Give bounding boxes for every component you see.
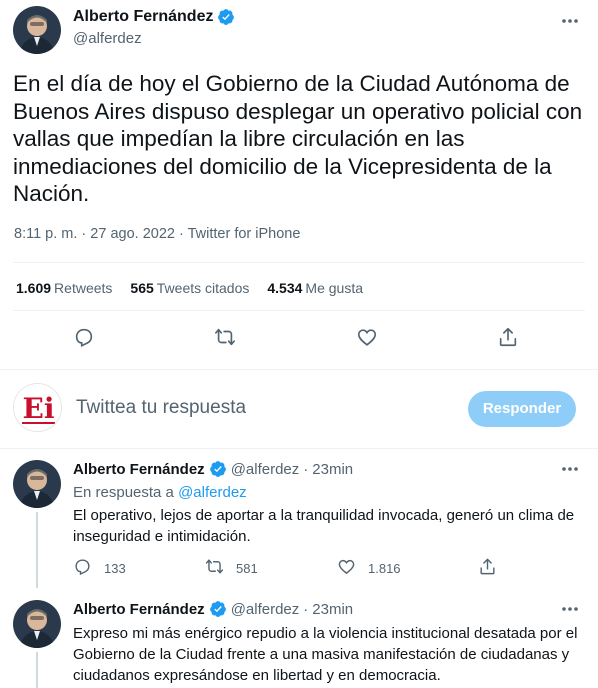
reply-to-mention[interactable]: @alferdez — [178, 484, 247, 501]
thread-reply[interactable]: Alberto Fernández @alferdez · 23min En r… — [0, 460, 598, 590]
more-options-icon[interactable] — [559, 460, 581, 478]
retweets-label: Retweets — [54, 280, 113, 296]
retweet-icon[interactable] — [214, 326, 238, 350]
reply-to-prefix: En respuesta a — [73, 484, 174, 501]
reply-action[interactable]: 133 — [73, 557, 126, 579]
reply-to-line: En respuesta a @alferdez — [73, 484, 247, 501]
author-avatar[interactable] — [13, 460, 61, 508]
tweet-text: En el día de hoy el Gobierno de la Ciuda… — [13, 71, 583, 206]
reply-composer: Ei Twittea tu respuesta Responder — [0, 375, 598, 445]
retweets-count: 1.609 — [16, 280, 52, 296]
reply-button[interactable]: Responder — [468, 391, 576, 427]
separator-dot: · — [303, 600, 309, 618]
likes-count: 4.534 — [267, 280, 303, 296]
author-name-row[interactable]: Alberto Fernández — [73, 8, 235, 26]
author-name[interactable]: Alberto Fernández — [73, 461, 205, 478]
retweets-stat[interactable]: 1.609 Retweets — [16, 280, 112, 296]
quotes-count: 565 — [130, 280, 154, 296]
like-action[interactable]: 1.816 — [337, 557, 401, 579]
like-icon[interactable] — [337, 557, 356, 579]
author-handle[interactable]: @alferdez — [231, 601, 300, 618]
share-icon[interactable] — [497, 326, 521, 350]
divider — [0, 369, 598, 370]
author-avatar[interactable] — [13, 600, 61, 648]
reply-header: Alberto Fernández @alferdez · 23min — [73, 460, 353, 478]
more-options-icon[interactable] — [559, 12, 581, 30]
reply-time[interactable]: 23min — [312, 461, 353, 478]
quotes-label: Tweets citados — [156, 280, 250, 296]
author-name[interactable]: Alberto Fernández — [73, 8, 213, 26]
author-avatar[interactable] — [13, 6, 61, 54]
quotes-stat[interactable]: 565 Tweets citados — [130, 280, 249, 296]
reply-icon[interactable] — [73, 557, 92, 579]
verified-badge-icon — [209, 460, 227, 478]
divider — [13, 262, 585, 263]
retweet-count: 581 — [236, 560, 258, 576]
tweet-source[interactable]: Twitter for iPhone — [188, 226, 301, 242]
verified-badge-icon — [217, 8, 235, 26]
reply-count: 133 — [104, 560, 126, 576]
tweet-timestamp[interactable]: 8:11 p. m. · 27 ago. 2022 · — [14, 226, 184, 242]
reply-text: El operativo, lejos de aportar a la tran… — [73, 507, 575, 545]
divider — [13, 310, 585, 311]
share-action[interactable] — [478, 557, 497, 579]
verified-badge-icon — [209, 600, 227, 618]
retweet-action[interactable]: 581 — [205, 557, 258, 579]
separator-dot: · — [303, 460, 309, 478]
reply-actions: 133 581 1.816 — [0, 557, 598, 577]
like-count: 1.816 — [368, 560, 401, 576]
reply-input[interactable]: Twittea tu respuesta — [76, 397, 246, 419]
author-handle[interactable]: @alferdez — [231, 461, 300, 478]
tweet-actions — [0, 326, 598, 352]
reply-text: Expreso mi más enérgico repudio a la vio… — [73, 625, 578, 684]
reply-icon[interactable] — [73, 326, 97, 350]
author-handle[interactable]: @alferdez — [73, 30, 142, 47]
divider — [0, 448, 598, 449]
account-logo[interactable]: Ei — [13, 383, 62, 432]
like-icon[interactable] — [356, 326, 380, 350]
more-options-icon[interactable] — [559, 600, 581, 618]
thread-line — [36, 652, 38, 688]
logo-text: Ei — [23, 392, 55, 425]
reply-header: Alberto Fernández @alferdez · 23min — [73, 600, 353, 618]
tweet-stats: 1.609 Retweets 565 Tweets citados 4.534 Me … — [16, 280, 363, 296]
retweet-icon[interactable] — [205, 557, 224, 579]
thread-reply[interactable]: Alberto Fernández @alferdez · 23min Expr… — [0, 600, 598, 688]
likes-stat[interactable]: 4.534 Me gusta — [267, 280, 363, 296]
tweet-meta: 8:11 p. m. · 27 ago. 2022 · Twitter for … — [14, 226, 300, 242]
author-name[interactable]: Alberto Fernández — [73, 601, 205, 618]
share-icon[interactable] — [478, 557, 497, 579]
likes-label: Me gusta — [305, 280, 364, 296]
reply-time[interactable]: 23min — [312, 601, 353, 618]
